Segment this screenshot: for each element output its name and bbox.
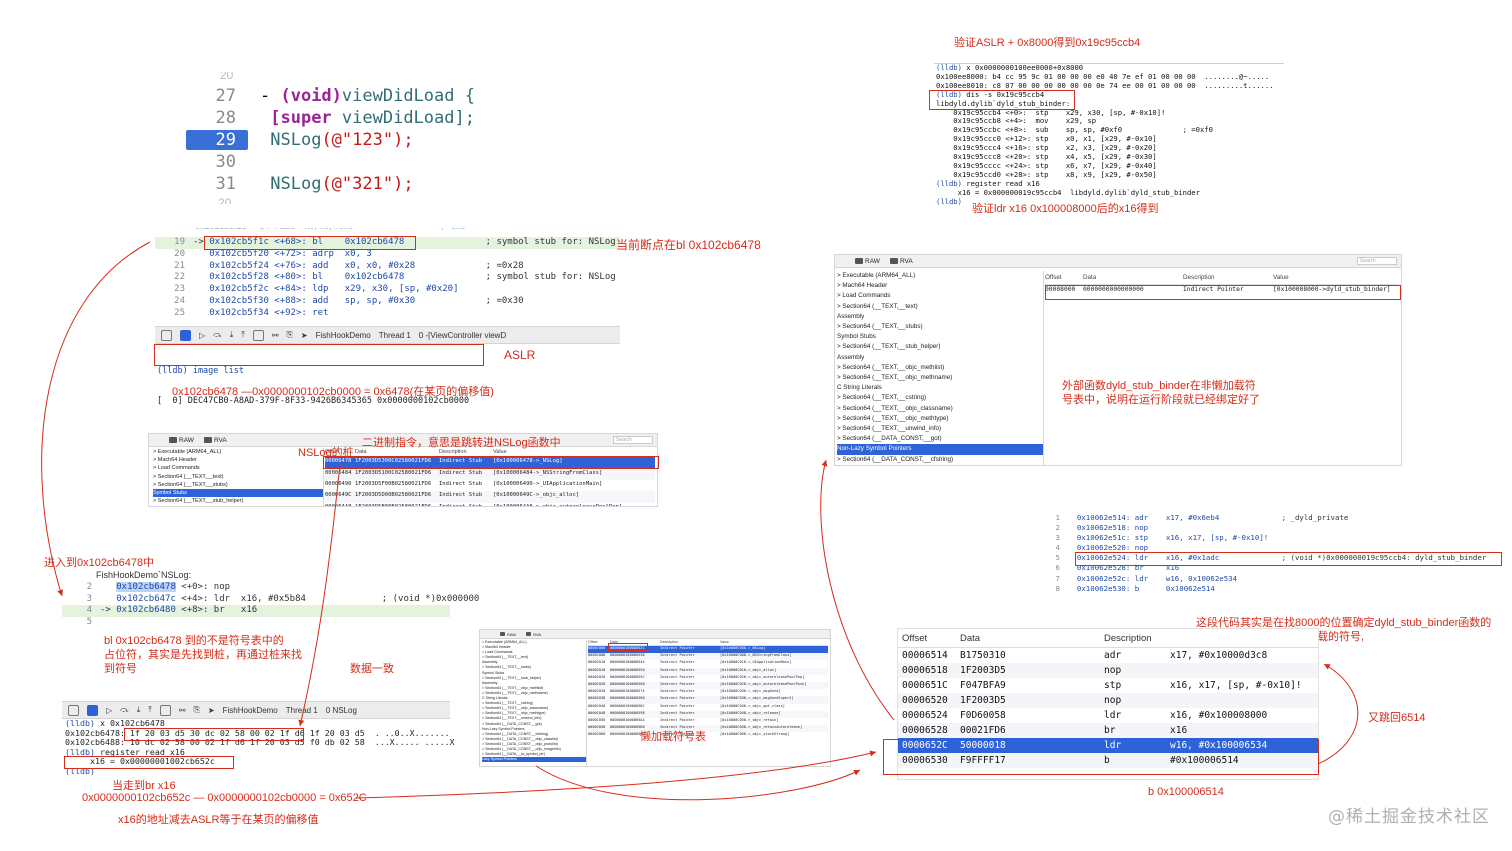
- arrow-stub-to-console: [298, 463, 341, 727]
- arrow-calc-to-table: [355, 750, 877, 799]
- arrow-table-to-mvr: [820, 459, 895, 721]
- annotation-arrows: [41, 241, 1359, 801]
- arrow-jump-back: [1317, 663, 1359, 765]
- arrow-bp-to-fish: [41, 241, 151, 597]
- arrow-lazy: [535, 765, 861, 801]
